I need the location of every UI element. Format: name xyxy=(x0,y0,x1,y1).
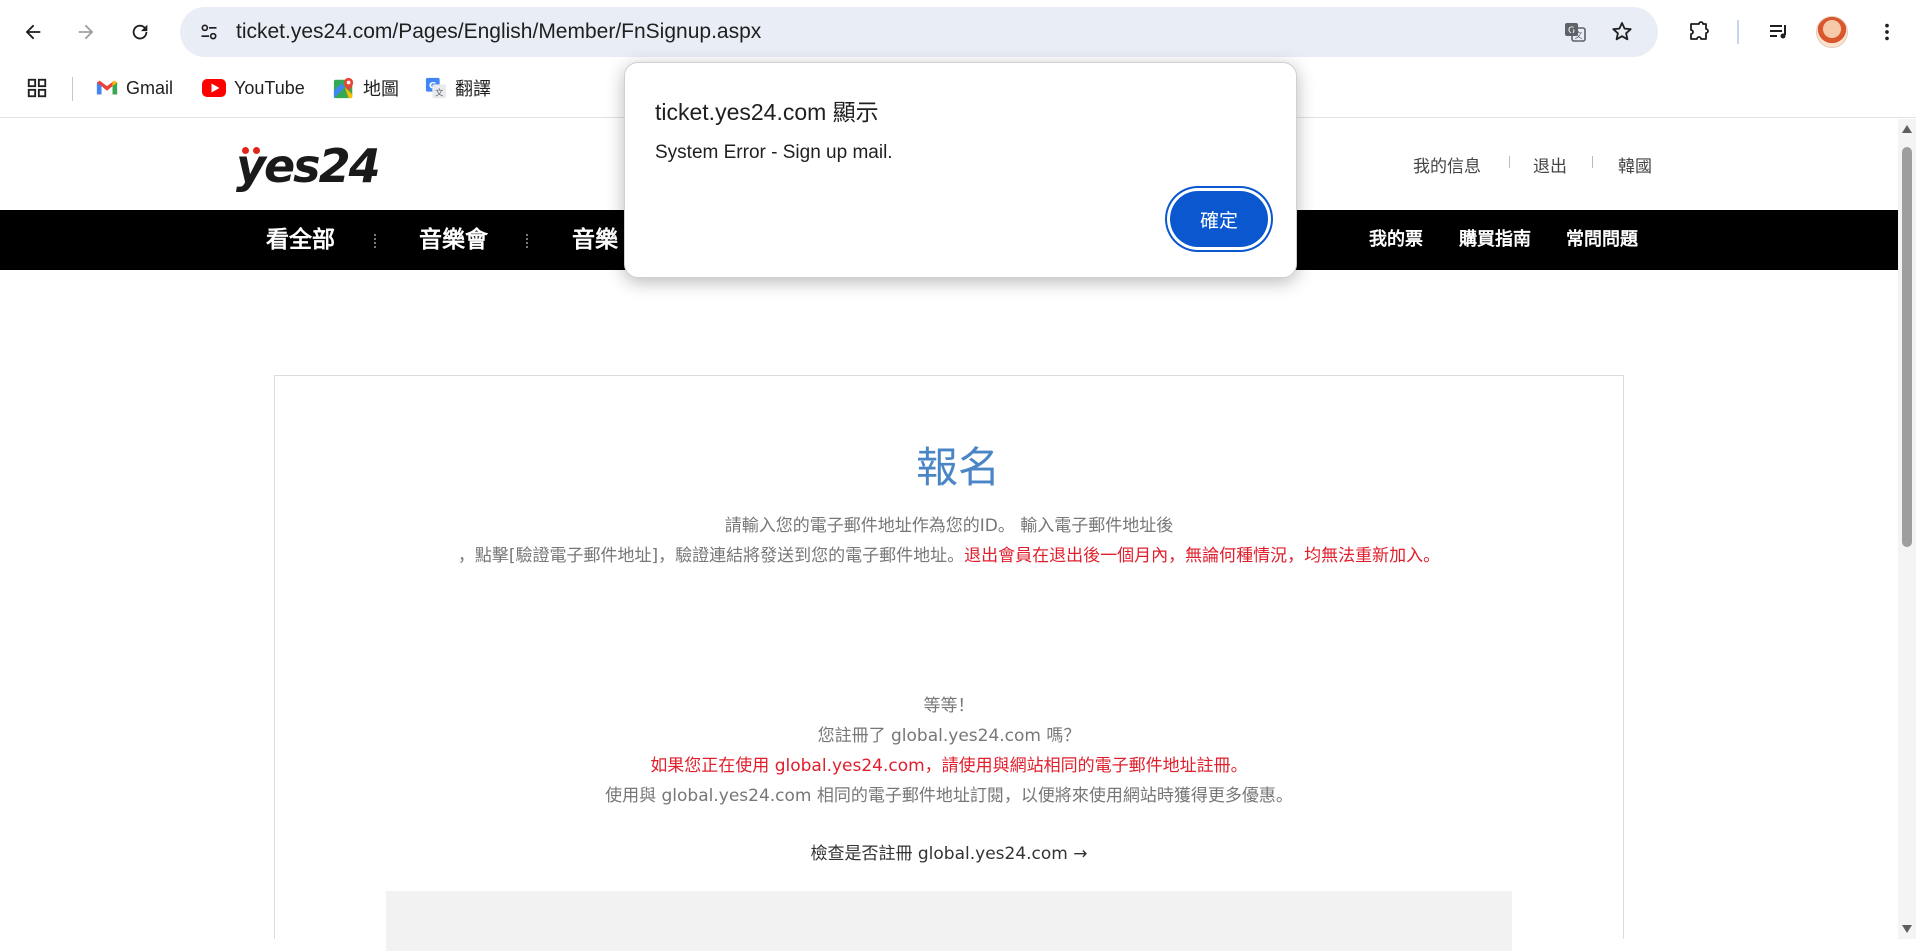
nav-my-tickets[interactable]: 我的票 xyxy=(1369,210,1423,270)
dialog-message: System Error - Sign up mail. xyxy=(655,142,893,163)
bookmark-star-icon[interactable] xyxy=(1605,15,1639,49)
reload-icon xyxy=(132,24,148,40)
gmail-icon xyxy=(96,80,118,95)
back-button[interactable] xyxy=(15,14,51,50)
global-note: 如果您正在使用 global.yes24.com，請使用與網站相同的電子郵件地址… xyxy=(650,756,1248,776)
scroll-down-icon[interactable] xyxy=(1902,925,1912,933)
nav-separator xyxy=(526,234,528,248)
wait-text: 等等！ xyxy=(923,696,975,716)
signup-desc-line1: 請輸入您的電子郵件地址作為您的ID。 輸入電子郵件地址後 xyxy=(724,516,1174,536)
util-separator xyxy=(1509,156,1510,168)
form-area xyxy=(386,891,1512,951)
youtube-icon xyxy=(202,79,226,97)
translate-page-icon[interactable]: G文 xyxy=(1558,15,1592,49)
back-arrow-icon xyxy=(25,24,41,40)
bookmark-gmail[interactable]: Gmail xyxy=(96,64,173,112)
signup-desc-line2: ，點擊[驗證電子郵件地址]，驗證連結將發送到您的電子郵件地址。退出會員在退出後一… xyxy=(0,541,1898,566)
forward-button[interactable] xyxy=(68,14,104,50)
media-control-icon[interactable] xyxy=(1761,14,1797,50)
signup-desc-text: ，點擊[驗證電子郵件地址]，驗證連結將發送到您的電子郵件地址。 xyxy=(457,546,965,566)
bookmark-maps[interactable]: 地圖 xyxy=(333,64,399,112)
extensions-icon[interactable] xyxy=(1681,14,1717,50)
signup-warning-text: 退出會員在退出後一個月內，無論何種情況，均無法重新加入。 xyxy=(964,546,1441,566)
maps-icon xyxy=(333,77,354,99)
bookmark-translate[interactable]: G文 翻譯 xyxy=(425,64,491,112)
nav-purchase-guide[interactable]: 購買指南 xyxy=(1459,210,1531,270)
util-link-korea[interactable]: 韓國 xyxy=(1618,152,1652,177)
site-info-icon[interactable] xyxy=(192,15,226,49)
util-link-logout[interactable]: 退出 xyxy=(1533,152,1567,177)
profile-avatar[interactable] xyxy=(1816,16,1848,48)
util-link-my-info[interactable]: 我的信息 xyxy=(1413,152,1481,177)
toolbar-divider xyxy=(1737,20,1739,44)
svg-text:文: 文 xyxy=(1575,30,1583,40)
util-separator xyxy=(1592,156,1593,168)
nav-faq[interactable]: 常問問題 xyxy=(1566,210,1638,270)
svg-text:文: 文 xyxy=(435,87,443,97)
page-scrollbar[interactable] xyxy=(1898,119,1916,939)
url-text[interactable]: ticket.yes24.com/Pages/English/Member/Fn… xyxy=(236,7,761,57)
nav-music[interactable]: 音樂 xyxy=(572,210,618,270)
address-bar[interactable]: ticket.yes24.com/Pages/English/Member/Fn… xyxy=(180,7,1658,57)
translate-icon: G文 xyxy=(425,77,447,99)
dialog-ok-button[interactable]: 確定 xyxy=(1170,191,1268,247)
browser-toolbar: ticket.yes24.com/Pages/English/Member/Fn… xyxy=(0,0,1916,64)
registered-question: 您註冊了 global.yes24.com 嗎？ xyxy=(817,726,1081,746)
scroll-up-icon[interactable] xyxy=(1902,125,1912,133)
reload-button[interactable] xyxy=(122,14,158,50)
apps-grid-icon[interactable] xyxy=(26,64,48,112)
yes24-logo[interactable]: yes24 xyxy=(236,139,381,193)
scroll-thumb[interactable] xyxy=(1902,147,1912,547)
dialog-title: ticket.yes24.com 顯示 xyxy=(655,99,879,125)
menu-kebab-icon[interactable] xyxy=(1869,14,1905,50)
nav-separator xyxy=(374,234,376,248)
nav-all[interactable]: 看全部 xyxy=(266,210,335,270)
check-global-link[interactable]: 檢查是否註冊 global.yes24.com → xyxy=(0,839,1898,864)
alert-dialog: ticket.yes24.com 顯示 System Error - Sign … xyxy=(624,62,1297,278)
bookmark-divider xyxy=(72,77,73,101)
signup-title: 報名 xyxy=(915,443,1000,492)
forward-arrow-icon xyxy=(78,24,94,40)
benefit-text: 使用與 global.yes24.com 相同的電子郵件地址訂閱，以便將來使用網… xyxy=(605,786,1293,806)
nav-concert[interactable]: 音樂會 xyxy=(419,210,488,270)
bookmark-youtube[interactable]: YouTube xyxy=(202,64,305,112)
